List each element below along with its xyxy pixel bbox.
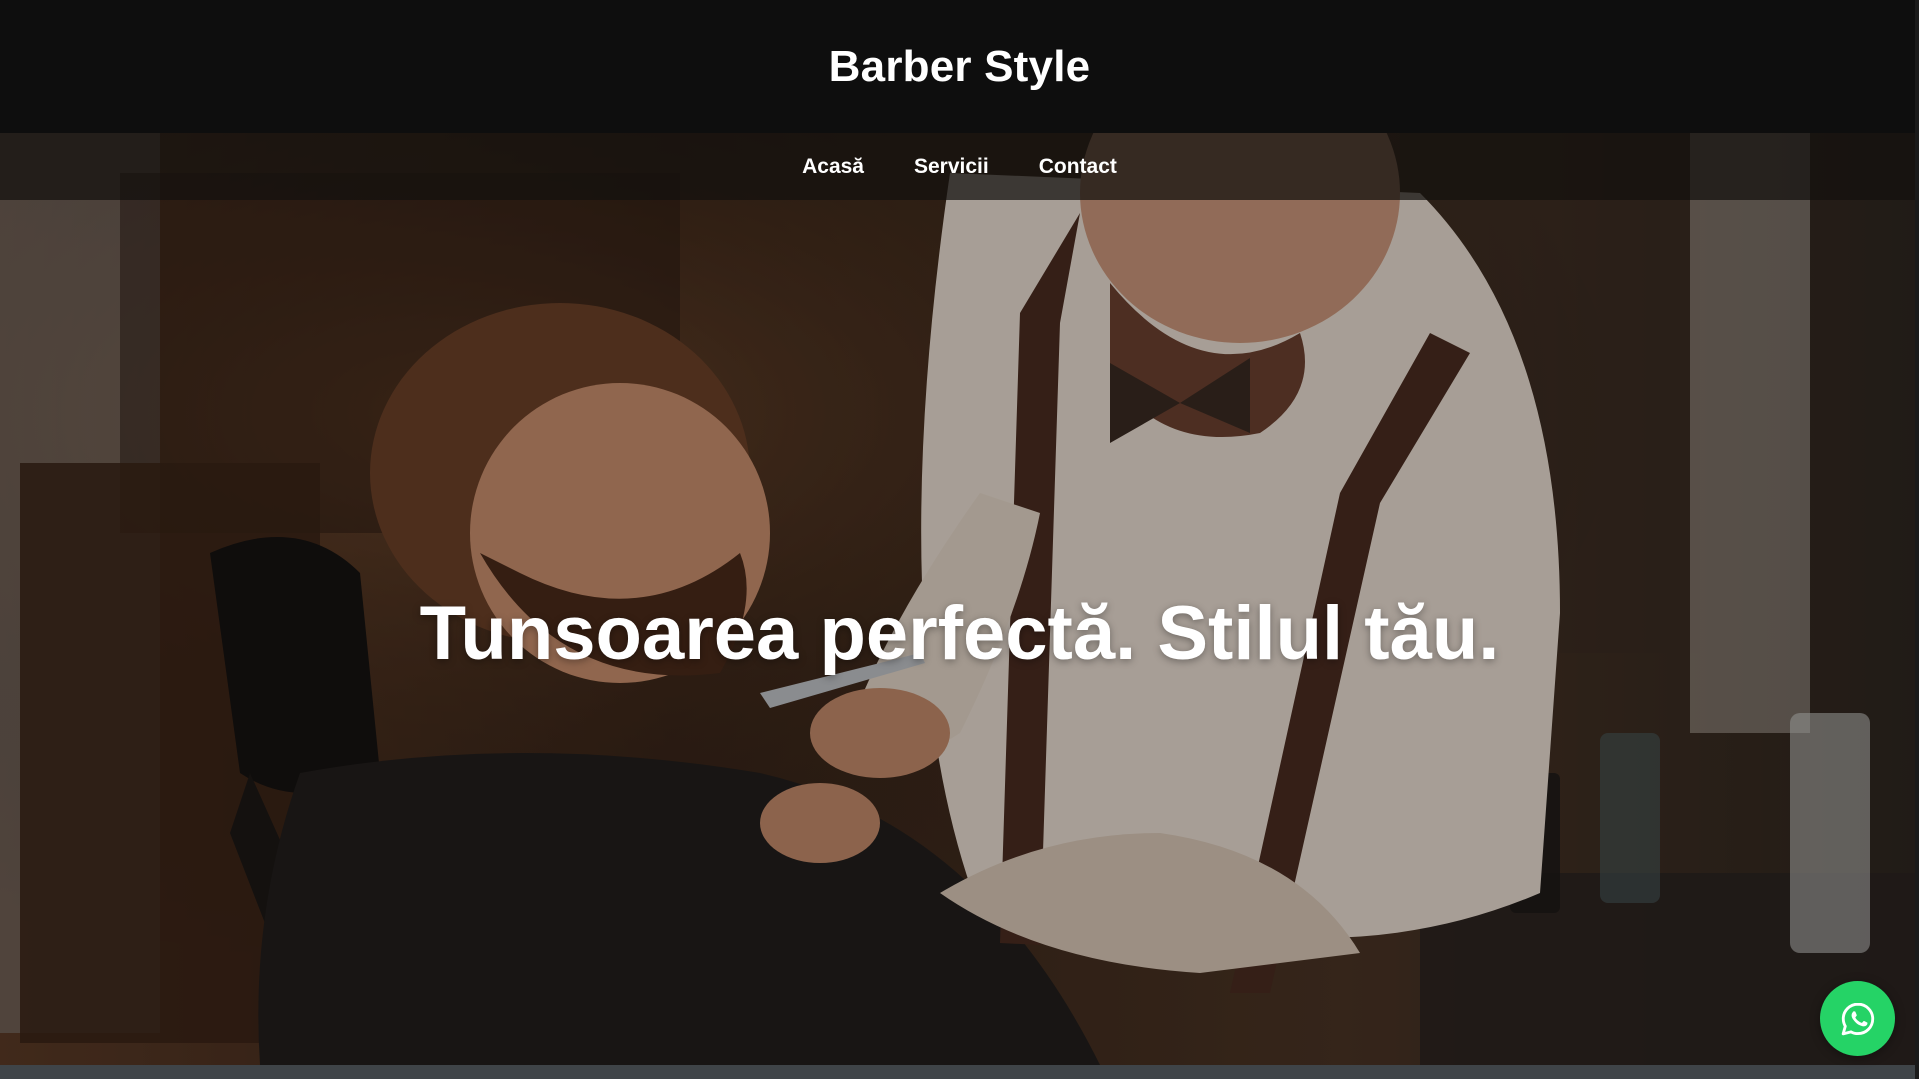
hero-headline: Tunsoarea perfectă. Stilul tău. [419,591,1500,676]
section-divider [0,1065,1919,1079]
landing-page: Barber Style Acasă Servicii Contact Tuns… [0,0,1919,1079]
main-nav: Acasă Servicii Contact [0,133,1919,200]
site-header: Barber Style [0,0,1919,133]
whatsapp-icon [1841,1002,1874,1035]
nav-link-contact[interactable]: Contact [1039,155,1117,179]
site-title: Barber Style [828,41,1091,91]
page-scrollbar[interactable] [1915,0,1919,1079]
whatsapp-button[interactable] [1820,981,1895,1056]
nav-link-servicii[interactable]: Servicii [914,155,989,179]
nav-link-acasa[interactable]: Acasă [802,155,864,179]
